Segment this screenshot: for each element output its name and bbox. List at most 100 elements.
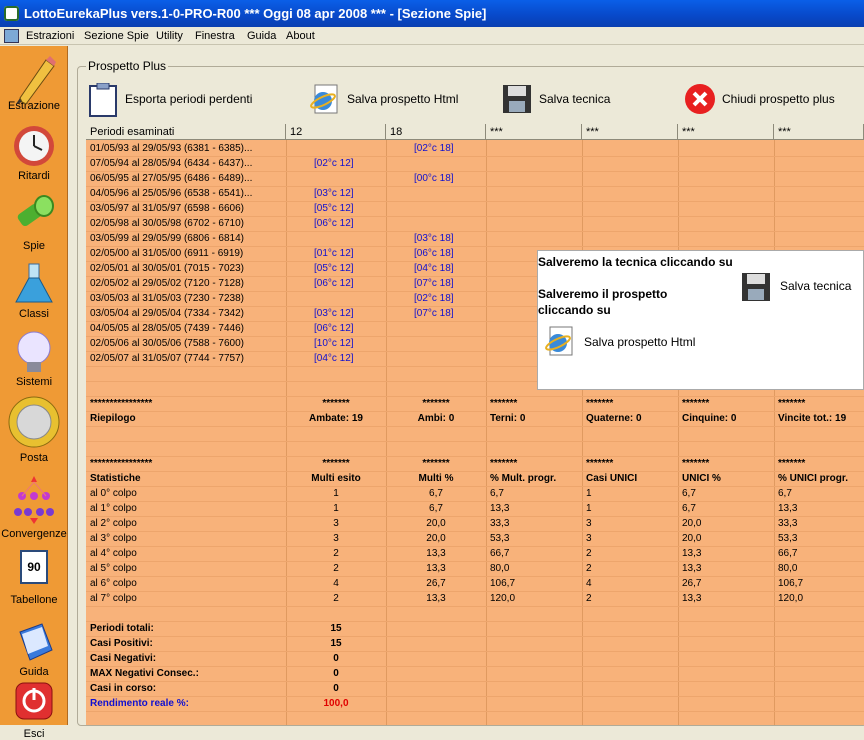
row-divider [86,606,864,607]
column-header: 18 [386,124,486,140]
statistiche-header: Multi % [418,473,454,484]
sidebar: Estrazione Ritardi Spie Classi Sistemi P… [0,46,68,740]
calendar-icon: 90 [12,548,56,592]
save-tech-button[interactable]: Salva tecnica [501,82,610,116]
statistiche-cell: 106,7 [490,578,516,589]
clipboard-icon [87,82,119,117]
menu-about[interactable]: About [283,27,318,45]
statistiche-header: Multi esito [311,473,361,484]
statistiche-cell: 66,7 [490,548,510,559]
row-divider [86,681,864,682]
column-header: *** [678,124,774,140]
statistiche-cell: 33,3 [778,518,798,529]
euro-coin-icon [8,396,60,450]
sidebar-item-posta[interactable]: Posta [0,396,68,464]
statistiche-cell: 20,0 [426,533,446,544]
riepilogo-cell: Cinquine: 0 [682,413,737,424]
statistiche-cell: 6,7 [682,488,696,499]
statistiche-cell: 53,3 [778,533,798,544]
statistiche-cell: 13,3 [682,593,702,604]
sidebar-item-classi[interactable]: Classi [0,262,68,320]
statistiche-cell: 2 [333,563,339,574]
statistiche-header: Statistiche [90,473,141,484]
statistiche-cell: 13,3 [426,548,446,559]
hit-cell-18: [00°c 18] [414,173,454,184]
calendar-badge: 90 [20,550,48,584]
statistiche-cell: 13,3 [426,593,446,604]
period-label: 02/05/01 al 30/05/01 (7015 - 7023) [90,263,245,274]
sidebar-label-ritardi: Ritardi [18,170,50,182]
riepilogo-cell: Terni: 0 [490,413,526,424]
sidebar-item-estrazione[interactable]: Estrazione [0,54,68,112]
close-prospetto-button[interactable]: Chiudi prospetto plus [684,82,835,116]
statistiche-cell: al 4° colpo [90,548,137,559]
sidebar-item-esci[interactable]: Esci [0,682,68,740]
power-icon [12,682,56,726]
statistiche-cell: al 2° colpo [90,518,137,529]
flask-icon [12,262,56,306]
sidebar-item-guida[interactable]: Guida [0,620,68,678]
period-label: 02/05/00 al 31/05/00 (6911 - 6919) [90,248,244,259]
menu-sezione-spie[interactable]: Sezione Spie [81,27,152,45]
flashlight-icon [12,194,56,238]
column-header: Periodi esaminati [86,124,286,140]
menu-finestra[interactable]: Finestra [192,27,238,45]
statistiche-cell: 26,7 [682,578,702,589]
pencil-icon [12,54,56,105]
results-grid[interactable]: Periodi esaminati 12 18 *** *** *** *** 01/05/9… [86,124,864,725]
sidebar-item-tabellone[interactable]: 90 Tabellone [0,548,68,606]
statistiche-cell: 1 [586,503,592,514]
sidebar-item-sistemi[interactable]: Sistemi [0,330,68,388]
menu-estrazioni[interactable]: Estrazioni [23,27,77,45]
statistiche-cell: 2 [586,593,592,604]
riepilogo-cell: Quaterne: 0 [586,413,642,424]
hit-cell-18: [07°c 18] [414,278,454,289]
statistiche-cell: 20,0 [682,533,702,544]
hit-cell-18: [02°c 18] [414,293,454,304]
statistiche-cell: al 5° colpo [90,563,137,574]
mdi-child-icon[interactable] [4,29,19,43]
statistiche-cell: 3 [333,533,339,544]
statistiche-cell: 13,3 [682,563,702,574]
period-label: 04/05/96 al 25/05/96 (6538 - 6541)... [90,188,253,199]
ie-icon [309,83,341,115]
total-value: 0 [333,653,339,664]
column-divider [678,140,679,725]
hit-cell-12: [10°c 12] [314,338,354,349]
stars-separator: **************** [90,458,153,469]
stars-separator: ******* [586,398,614,409]
hit-cell-12: [05°c 12] [314,203,354,214]
stars-separator: ******* [682,398,710,409]
stars-separator: ******* [422,458,450,469]
hit-cell-12: [04°c 12] [314,353,354,364]
hit-cell-18: [07°c 18] [414,308,454,319]
row-divider [86,711,864,712]
help-popup: Salveremo la tecnica cliccando su Salvere… [537,250,864,390]
period-label: 06/05/95 al 27/05/95 (6486 - 6489)... [90,173,253,184]
stars-separator: ******* [778,398,806,409]
menu-guida[interactable]: Guida [244,27,279,45]
export-label: Esporta periodi perdenti [125,92,253,106]
hit-cell-18: [06°c 18] [414,248,454,259]
statistiche-cell: 3 [586,518,592,529]
statistiche-cell: 1 [333,488,339,499]
export-button[interactable]: Esporta periodi perdenti [87,82,253,117]
statistiche-cell: 1 [333,503,339,514]
period-label: 04/05/05 al 28/05/05 (7439 - 7446) [90,323,245,334]
panel-title: Prospetto Plus [86,59,169,73]
sidebar-item-convergenze[interactable]: Convergenze [0,474,68,540]
sidebar-item-ritardi[interactable]: Ritardi [0,124,68,182]
period-label: 02/05/06 al 30/05/06 (7588 - 7600) [90,338,245,349]
total-label: Casi Positivi: [90,638,153,649]
menu-utility[interactable]: Utility [153,27,186,45]
sidebar-item-spie[interactable]: Spie [0,194,68,252]
column-header: *** [774,124,864,140]
total-label: Casi in corso: [90,683,157,694]
statistiche-cell: 4 [333,578,339,589]
save-html-button[interactable]: Salva prospetto Html [309,82,458,116]
period-label: 02/05/07 al 31/05/07 (7744 - 7757) [90,353,245,364]
window-title: LottoEurekaPlus vers.1-0-PRO-R00 *** Ogg… [24,6,487,21]
statistiche-cell: 13,3 [426,563,446,574]
sidebar-label-tabellone: Tabellone [10,594,58,606]
network-icon [12,474,56,526]
